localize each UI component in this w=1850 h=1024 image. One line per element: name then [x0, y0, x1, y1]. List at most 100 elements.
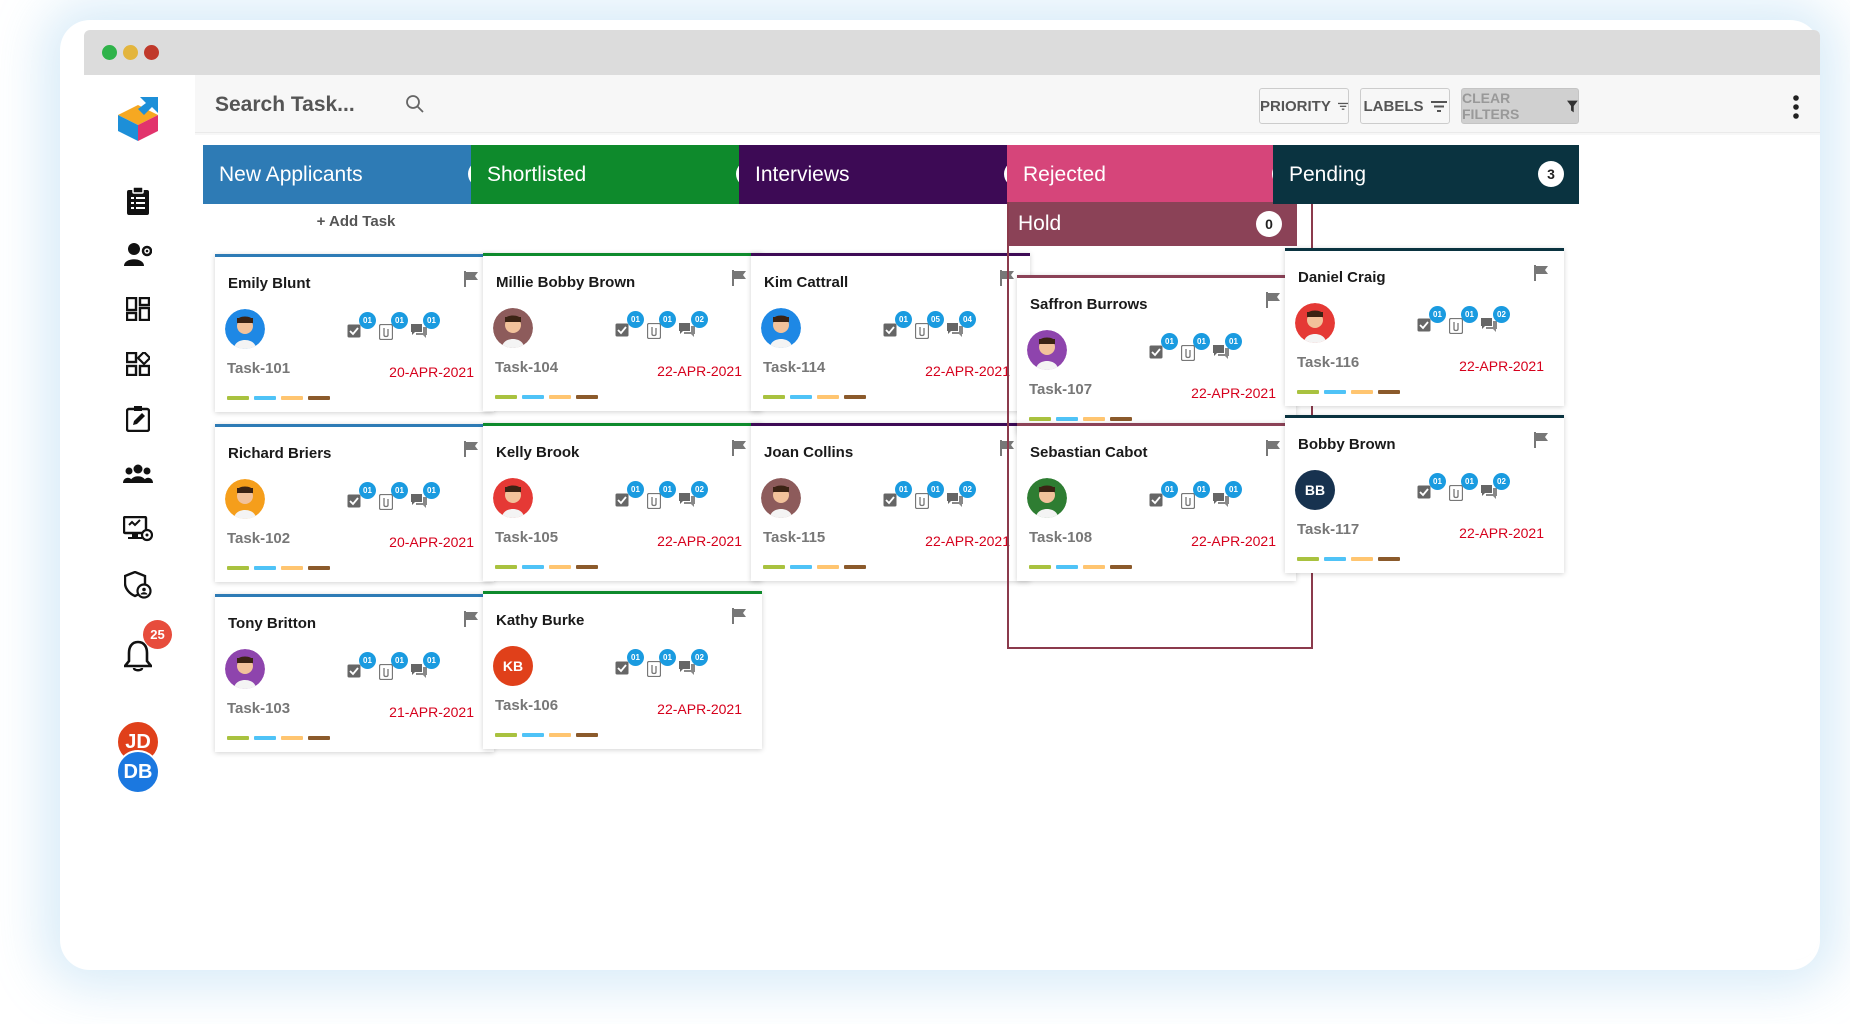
- task-card[interactable]: Kelly Brook 01 01 02 Task-105 22-APR-202…: [483, 423, 762, 581]
- attachment-meta[interactable]: 01: [646, 481, 676, 511]
- avatar[interactable]: [225, 479, 265, 519]
- checklist-meta[interactable]: 01: [1417, 473, 1446, 503]
- label-chip[interactable]: [227, 736, 249, 740]
- comment-meta[interactable]: 02: [679, 649, 708, 679]
- label-chip[interactable]: [1083, 417, 1105, 421]
- label-chip[interactable]: [576, 565, 598, 569]
- comment-meta[interactable]: 02: [679, 311, 708, 341]
- label-chip[interactable]: [1083, 565, 1105, 569]
- column-header[interactable]: Shortlisted 8: [471, 145, 777, 204]
- label-chip[interactable]: [576, 733, 598, 737]
- label-chip[interactable]: [1297, 557, 1319, 561]
- task-card[interactable]: Tony Britton 01 01 01 Task-103 21-APR-20…: [215, 594, 494, 752]
- comment-meta[interactable]: 02: [679, 481, 708, 511]
- label-chip[interactable]: [281, 396, 303, 400]
- team-icon[interactable]: [120, 456, 156, 492]
- label-chip[interactable]: [549, 733, 571, 737]
- label-chip[interactable]: [281, 566, 303, 570]
- label-chip[interactable]: [844, 565, 866, 569]
- attachment-meta[interactable]: 01: [646, 649, 676, 679]
- user-gear-icon[interactable]: [120, 237, 156, 273]
- label-chip[interactable]: [1056, 417, 1078, 421]
- label-chip[interactable]: [844, 395, 866, 399]
- label-chip[interactable]: [549, 565, 571, 569]
- attachment-meta[interactable]: 01: [646, 311, 676, 341]
- label-chip[interactable]: [1110, 565, 1132, 569]
- avatar[interactable]: [493, 308, 533, 348]
- avatar[interactable]: [225, 309, 265, 349]
- priority-filter-button[interactable]: PRIORITY: [1259, 88, 1349, 124]
- label-chip[interactable]: [576, 395, 598, 399]
- flag-icon[interactable]: [1534, 432, 1548, 453]
- task-card[interactable]: Daniel Craig 01 01 02 Task-116 22-APR-20…: [1285, 248, 1564, 406]
- apps-add-icon[interactable]: [120, 346, 156, 382]
- label-chip[interactable]: [1029, 565, 1051, 569]
- attachment-meta[interactable]: 05: [914, 311, 944, 341]
- label-chip[interactable]: [790, 565, 812, 569]
- task-card[interactable]: Bobby Brown BB 01 01 02 Task-117 22-APR-…: [1285, 415, 1564, 573]
- task-card[interactable]: Sebastian Cabot 01 01 01 Task-108 22-APR…: [1017, 423, 1296, 581]
- checklist-meta[interactable]: 01: [615, 649, 644, 679]
- label-chip[interactable]: [763, 395, 785, 399]
- labels-filter-button[interactable]: LABELS: [1360, 88, 1450, 124]
- avatar[interactable]: BB: [1295, 470, 1335, 510]
- comment-meta[interactable]: 02: [1481, 306, 1510, 336]
- label-chip[interactable]: [817, 395, 839, 399]
- dashboard-grid-icon[interactable]: [120, 291, 156, 327]
- label-chip[interactable]: [1297, 390, 1319, 394]
- label-chip[interactable]: [522, 733, 544, 737]
- attachment-meta[interactable]: 01: [1180, 481, 1210, 511]
- label-chip[interactable]: [790, 395, 812, 399]
- task-card[interactable]: Kathy Burke KB 01 01 02 Task-106 22-APR-…: [483, 591, 762, 749]
- attachment-meta[interactable]: 01: [1448, 306, 1478, 336]
- checklist-meta[interactable]: 01: [883, 481, 912, 511]
- label-chip[interactable]: [281, 736, 303, 740]
- avatar[interactable]: [225, 649, 265, 689]
- comment-meta[interactable]: 04: [947, 311, 976, 341]
- label-chip[interactable]: [763, 565, 785, 569]
- task-card[interactable]: Millie Bobby Brown 01 01 02 Task-104 22-…: [483, 253, 762, 411]
- label-chip[interactable]: [1324, 390, 1346, 394]
- checklist-meta[interactable]: 01: [615, 311, 644, 341]
- label-chip[interactable]: [495, 565, 517, 569]
- column-header[interactable]: Interviews 3: [739, 145, 1045, 204]
- task-card[interactable]: Joan Collins 01 01 02 Task-115 22-APR-20…: [751, 423, 1030, 581]
- label-chip[interactable]: [308, 566, 330, 570]
- checklist-meta[interactable]: 01: [347, 652, 376, 682]
- comment-meta[interactable]: 01: [411, 312, 440, 342]
- label-chip[interactable]: [1324, 557, 1346, 561]
- avatar[interactable]: [761, 478, 801, 518]
- avatar[interactable]: [1295, 303, 1335, 343]
- checklist-meta[interactable]: 01: [347, 312, 376, 342]
- checklist-meta[interactable]: 01: [1149, 481, 1178, 511]
- attachment-meta[interactable]: 01: [914, 481, 944, 511]
- label-chip[interactable]: [495, 733, 517, 737]
- comment-meta[interactable]: 01: [411, 482, 440, 512]
- avatar[interactable]: KB: [493, 646, 533, 686]
- search-input[interactable]: [215, 89, 415, 121]
- label-chip[interactable]: [1351, 390, 1373, 394]
- search-icon[interactable]: [405, 94, 425, 119]
- comment-meta[interactable]: 02: [1481, 473, 1510, 503]
- column-header[interactable]: Pending 3: [1273, 145, 1579, 204]
- checklist-meta[interactable]: 01: [615, 481, 644, 511]
- checklist-meta[interactable]: 01: [347, 482, 376, 512]
- add-task-button[interactable]: + Add Task: [203, 213, 509, 230]
- label-chip[interactable]: [1351, 557, 1373, 561]
- label-chip[interactable]: [495, 395, 517, 399]
- label-chip[interactable]: [254, 736, 276, 740]
- task-card[interactable]: Emily Blunt 01 01 01 Task-101 20-APR-202…: [215, 254, 494, 412]
- avatar[interactable]: [1027, 330, 1067, 370]
- monitor-settings-icon[interactable]: [120, 511, 156, 547]
- checklist-meta[interactable]: 01: [1417, 306, 1446, 336]
- checklist-meta[interactable]: 01: [1149, 333, 1178, 363]
- label-chip[interactable]: [308, 736, 330, 740]
- comment-meta[interactable]: 01: [1213, 481, 1242, 511]
- task-card[interactable]: Richard Briers 01 01 01 Task-102 20-APR-…: [215, 424, 494, 582]
- clipboard-list-icon[interactable]: [120, 183, 156, 219]
- shield-user-icon[interactable]: [120, 567, 156, 603]
- attachment-meta[interactable]: 01: [1448, 473, 1478, 503]
- edit-clipboard-icon[interactable]: [120, 401, 156, 437]
- attachment-meta[interactable]: 01: [378, 652, 408, 682]
- label-chip[interactable]: [549, 395, 571, 399]
